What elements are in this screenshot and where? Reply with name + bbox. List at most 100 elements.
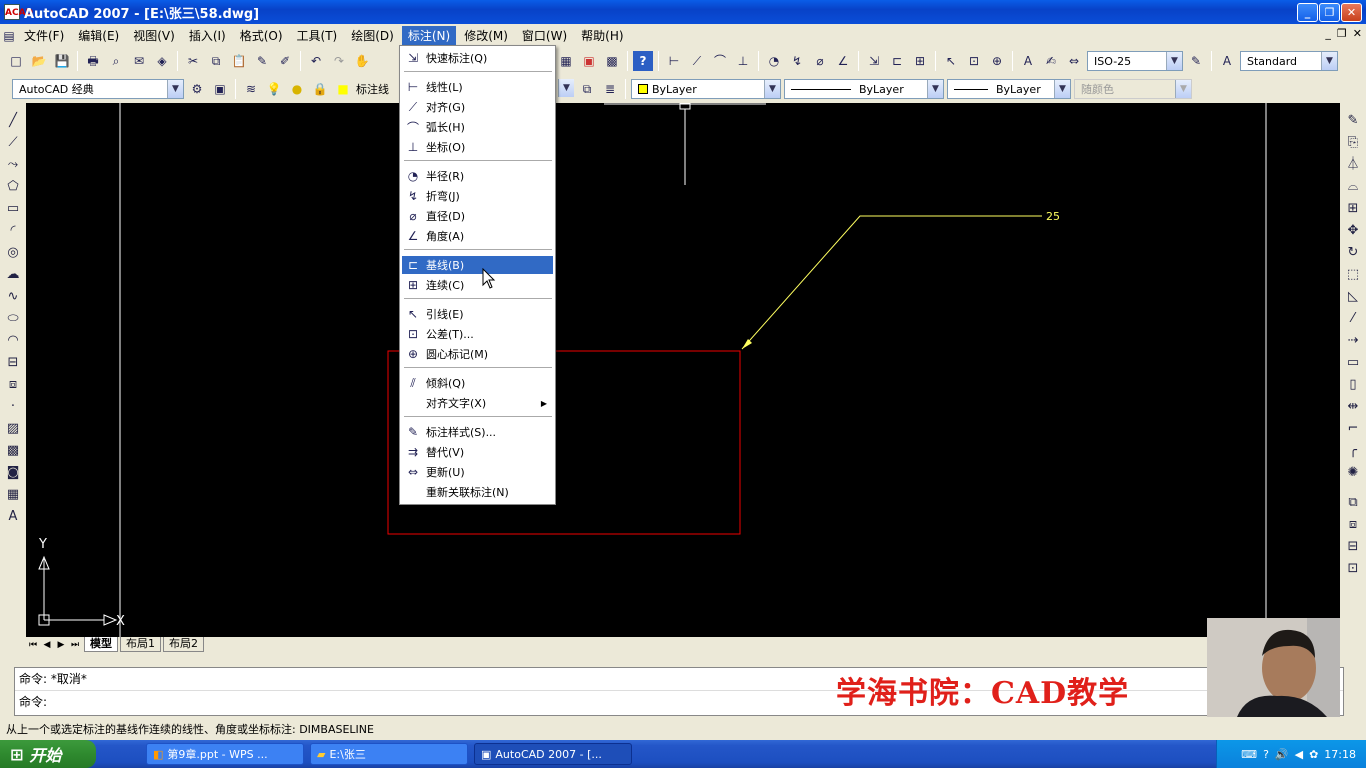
first-tab-icon[interactable]: ⏮ xyxy=(26,640,40,650)
menu-item-dim-style[interactable]: ✎ 标注样式(S)... xyxy=(402,423,553,441)
dim-style-icon[interactable]: ✎ xyxy=(1186,51,1206,71)
point-icon[interactable]: · xyxy=(3,397,23,417)
pan-icon[interactable]: ✋ xyxy=(352,51,372,71)
construction-line-icon[interactable]: ⟋ xyxy=(3,133,23,153)
draworder-back-icon[interactable]: ⧈ xyxy=(1343,515,1363,535)
multiline-text-icon[interactable]: A xyxy=(3,507,23,527)
layer-dropdown[interactable]: ▼ xyxy=(556,79,574,99)
doc-restore-icon[interactable]: ❐ xyxy=(1337,27,1347,40)
layer-name[interactable]: 标注线 xyxy=(356,81,389,97)
menu-dimension[interactable]: 标注(N) xyxy=(401,26,457,46)
menu-view[interactable]: 视图(V) xyxy=(127,26,181,46)
dim-edit-icon[interactable]: A xyxy=(1018,51,1038,71)
copy-object-icon[interactable]: ⎘ xyxy=(1343,133,1363,153)
menu-item-radius[interactable]: ◔ 半径(R) xyxy=(402,167,553,185)
join-icon[interactable]: ⇹ xyxy=(1343,397,1363,417)
task-autocad[interactable]: ▣ AutoCAD 2007 - [... xyxy=(474,743,632,765)
tab-model[interactable]: 模型 xyxy=(84,637,118,652)
chevron-down-icon[interactable]: ▼ xyxy=(1054,80,1070,98)
leader-text[interactable]: 25 xyxy=(1046,210,1060,223)
explode-icon[interactable]: ✺ xyxy=(1343,463,1363,483)
dim-arc-icon[interactable]: ⌒ xyxy=(710,51,730,71)
layer-color-icon[interactable]: ■ xyxy=(333,79,353,99)
chevron-down-icon[interactable]: ▼ xyxy=(1166,52,1182,70)
document-icon[interactable]: ▤ xyxy=(0,26,18,46)
print-icon[interactable]: 🖶 xyxy=(83,51,103,71)
line-icon[interactable]: ╱ xyxy=(3,111,23,131)
dim-update-icon[interactable]: ⇔ xyxy=(1064,51,1084,71)
dim-baseline-icon[interactable]: ⊏ xyxy=(887,51,907,71)
3d-dwf-icon[interactable]: ◈ xyxy=(152,51,172,71)
region-icon[interactable]: ◙ xyxy=(3,463,23,483)
spline-icon[interactable]: ∿ xyxy=(3,287,23,307)
new-icon[interactable]: □ xyxy=(6,51,26,71)
fillet-icon[interactable]: ╭ xyxy=(1343,441,1363,461)
menu-item-ordinate[interactable]: ⊥ 坐标(O) xyxy=(402,138,553,156)
menu-item-linear[interactable]: ⊢ 线性(L) xyxy=(402,78,553,96)
layer-on-icon[interactable]: 💡 xyxy=(264,79,284,99)
paste-icon[interactable]: 📋 xyxy=(229,51,249,71)
dim-jogged-icon[interactable]: ↯ xyxy=(787,51,807,71)
menu-item-angular[interactable]: ∠ 角度(A) xyxy=(402,227,553,245)
make-layer-current-icon[interactable]: ⧉ xyxy=(577,79,597,99)
menu-item-continue[interactable]: ⊞ 连续(C) xyxy=(402,276,553,294)
chevron-down-icon[interactable]: ▼ xyxy=(927,80,943,98)
help-icon[interactable]: ? xyxy=(633,51,653,71)
polyline-icon[interactable]: ⤳ xyxy=(3,155,23,175)
autocad-app-icon[interactable]: ACAD xyxy=(4,4,33,20)
rotate-icon[interactable]: ↻ xyxy=(1343,243,1363,263)
command-input[interactable]: 命令: xyxy=(15,690,1343,712)
insert-block-icon[interactable]: ⊟ xyxy=(3,353,23,373)
menu-item-align-text[interactable]: 对齐文字(X) ▶ xyxy=(402,394,553,412)
prev-tab-icon[interactable]: ◀ xyxy=(40,640,54,650)
menu-item-baseline[interactable]: ⊏ 基线(B) xyxy=(402,256,553,274)
open-icon[interactable]: 📂 xyxy=(29,51,49,71)
menu-item-update[interactable]: ⇔ 更新(U) xyxy=(402,463,553,481)
start-button[interactable]: ⊞ 开始 xyxy=(0,740,96,768)
lineweight-select[interactable]: ByLayer ▼ xyxy=(947,79,1071,99)
text-style-select[interactable]: Standard ▼ xyxy=(1240,51,1338,71)
draworder-icon[interactable]: ⧉ xyxy=(1343,493,1363,513)
hatch-icon[interactable]: ▨ xyxy=(3,419,23,439)
arc-icon[interactable]: ◜ xyxy=(3,221,23,241)
menu-draw[interactable]: 绘图(D) xyxy=(345,26,400,46)
publish-icon[interactable]: ✉ xyxy=(129,51,149,71)
workspace-settings-icon[interactable]: ⚙ xyxy=(187,79,207,99)
clock[interactable]: 17:18 xyxy=(1324,748,1356,761)
stretch-icon[interactable]: ◺ xyxy=(1343,287,1363,307)
menu-format[interactable]: 格式(O) xyxy=(234,26,289,46)
menu-item-override[interactable]: ⇉ 替代(V) xyxy=(402,443,553,461)
move-icon[interactable]: ✥ xyxy=(1343,221,1363,241)
chevron-down-icon[interactable]: ▼ xyxy=(764,80,780,98)
erase-icon[interactable]: ✎ xyxy=(1343,111,1363,131)
menu-tools[interactable]: 工具(T) xyxy=(291,26,344,46)
rectangle-icon[interactable]: ▭ xyxy=(3,199,23,219)
block-editor-icon[interactable]: ✐ xyxy=(275,51,295,71)
offset-icon[interactable]: ⌓ xyxy=(1343,177,1363,197)
ellipse-icon[interactable]: ⬭ xyxy=(3,309,23,329)
polygon-icon[interactable]: ⬠ xyxy=(3,177,23,197)
scale-icon[interactable]: ⬚ xyxy=(1343,265,1363,285)
layer-lock-icon[interactable]: 🔒 xyxy=(310,79,330,99)
make-block-icon[interactable]: ⧈ xyxy=(3,375,23,395)
circle-icon[interactable]: ◎ xyxy=(3,243,23,263)
maximize-button[interactable]: ❐ xyxy=(1319,3,1340,22)
menu-modify[interactable]: 修改(M) xyxy=(458,26,514,46)
color-select[interactable]: ByLayer ▼ xyxy=(631,79,781,99)
chevron-down-icon[interactable]: ▼ xyxy=(167,80,183,98)
dim-angular-icon[interactable]: ∠ xyxy=(833,51,853,71)
dim-diameter-icon[interactable]: ⌀ xyxy=(810,51,830,71)
revision-cloud-icon[interactable]: ☁ xyxy=(3,265,23,285)
array-icon[interactable]: ⊞ xyxy=(1343,199,1363,219)
layer-manager-icon[interactable]: ≋ xyxy=(241,79,261,99)
menu-item-reassociate[interactable]: 重新关联标注(N) xyxy=(402,483,553,501)
menu-edit[interactable]: 编辑(E) xyxy=(72,26,125,46)
tab-layout2[interactable]: 布局2 xyxy=(163,637,204,652)
network-icon[interactable]: ◀ xyxy=(1295,748,1303,761)
layer-freeze-icon[interactable]: ● xyxy=(287,79,307,99)
save-icon[interactable]: 💾 xyxy=(52,51,72,71)
draworder-front-icon[interactable]: ⊟ xyxy=(1343,537,1363,557)
dim-style-select[interactable]: ISO-25 ▼ xyxy=(1087,51,1183,71)
dim-linear-icon[interactable]: ⊢ xyxy=(664,51,684,71)
dim-radius-icon[interactable]: ◔ xyxy=(764,51,784,71)
